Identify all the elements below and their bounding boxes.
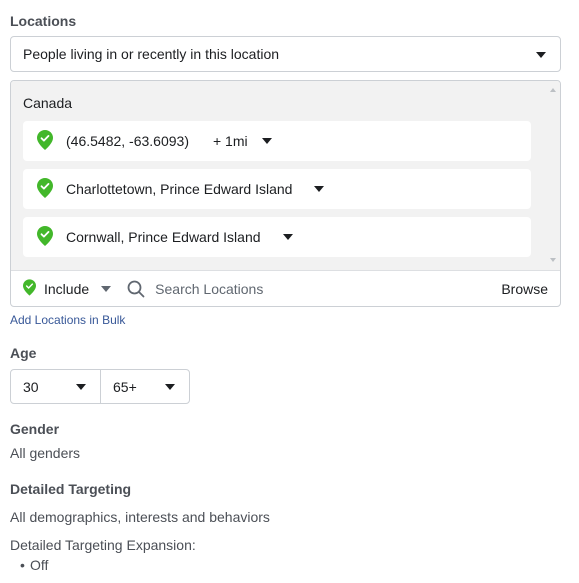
location-type-value: People living in or recently in this loc… bbox=[23, 46, 280, 62]
map-pin-check-icon bbox=[37, 177, 53, 201]
include-dropdown[interactable]: Include bbox=[23, 279, 112, 299]
radius-label[interactable]: + 1mi bbox=[213, 133, 248, 149]
caret-down-icon[interactable] bbox=[261, 138, 272, 144]
add-locations-in-bulk-link[interactable]: Add Locations in Bulk bbox=[10, 313, 125, 327]
location-item-label: Charlottetown, Prince Edward Island bbox=[66, 181, 293, 197]
locations-title: Locations bbox=[10, 13, 77, 29]
targeting-expansion-value: Off bbox=[20, 557, 49, 573]
locations-box: Canada (46.5482, -63.6093) + 1mi Charlot… bbox=[10, 80, 561, 307]
age-min-select[interactable]: 30 bbox=[11, 370, 101, 403]
location-item-label: Cornwall, Prince Edward Island bbox=[66, 229, 261, 245]
caret-down-icon[interactable] bbox=[282, 234, 293, 240]
location-type-select[interactable]: People living in or recently in this loc… bbox=[10, 36, 561, 72]
scroll-up-arrow-icon[interactable] bbox=[550, 88, 556, 92]
detailed-targeting-value: All demographics, interests and behavior… bbox=[10, 509, 270, 525]
age-title: Age bbox=[10, 345, 37, 361]
age-max-select[interactable]: 65+ bbox=[101, 370, 189, 403]
map-pin-check-icon bbox=[37, 129, 53, 153]
location-search-row: Include Browse bbox=[11, 270, 560, 306]
age-max-value: 65+ bbox=[113, 378, 137, 395]
map-pin-check-icon bbox=[37, 225, 53, 249]
map-pin-check-icon bbox=[23, 279, 36, 299]
search-locations-input[interactable] bbox=[155, 281, 456, 297]
chevron-down-icon bbox=[165, 384, 175, 390]
country-label: Canada bbox=[23, 95, 73, 111]
location-item-label: (46.5482, -63.6093) bbox=[66, 133, 189, 149]
targeting-expansion-label: Detailed Targeting Expansion: bbox=[10, 537, 196, 553]
chevron-down-icon bbox=[76, 384, 86, 390]
caret-down-icon[interactable] bbox=[314, 186, 325, 192]
age-min-value: 30 bbox=[23, 378, 39, 395]
chevron-down-icon bbox=[536, 52, 546, 58]
browse-button[interactable]: Browse bbox=[501, 281, 548, 297]
caret-down-icon bbox=[101, 286, 112, 292]
gender-value: All genders bbox=[10, 445, 81, 461]
detailed-targeting-title: Detailed Targeting bbox=[10, 481, 132, 497]
include-label: Include bbox=[44, 281, 90, 297]
age-range: 30 65+ bbox=[10, 369, 190, 404]
search-icon bbox=[127, 280, 145, 298]
location-item[interactable]: Charlottetown, Prince Edward Island bbox=[23, 169, 531, 209]
scroll-down-arrow-icon[interactable] bbox=[550, 258, 556, 262]
location-item[interactable]: (46.5482, -63.6093) + 1mi bbox=[23, 121, 531, 161]
selected-locations-list: Canada (46.5482, -63.6093) + 1mi Charlot… bbox=[11, 81, 560, 270]
location-item[interactable]: Cornwall, Prince Edward Island bbox=[23, 217, 531, 257]
gender-title: Gender bbox=[10, 421, 60, 437]
